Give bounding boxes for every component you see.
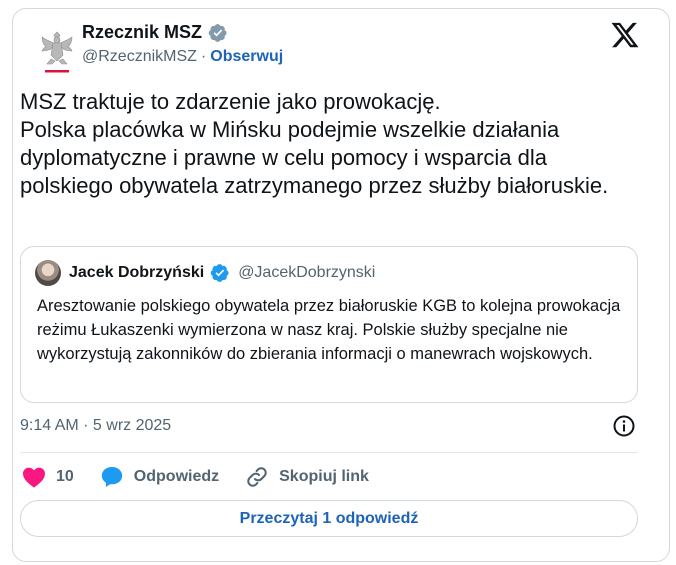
actions-divider <box>20 452 638 453</box>
copy-link-button[interactable]: Skopiuj link <box>245 465 369 489</box>
polish-eagle-emblem-icon <box>41 31 73 73</box>
likes-count: 10 <box>56 468 74 485</box>
info-icon[interactable] <box>612 414 636 438</box>
verified-badge-icon <box>208 23 227 42</box>
quote-verified-badge-icon <box>210 264 229 282</box>
author-display-name[interactable]: Rzecznik MSZ <box>82 22 202 43</box>
quote-author-avatar <box>35 260 61 286</box>
author-handle[interactable]: @RzecznikMSZ <box>82 48 197 66</box>
copy-link-label: Skopiuj link <box>279 468 369 485</box>
quote-author-name: Jacek Dobrzyński <box>69 264 205 281</box>
like-button[interactable]: 10 <box>22 466 74 488</box>
author-avatar[interactable] <box>28 22 86 80</box>
reply-label: Odpowiedz <box>133 468 220 485</box>
author-handle-row: @RzecznikMSZ · Obserwuj <box>82 48 283 66</box>
quote-author-handle: @JacekDobrzynski <box>238 264 376 281</box>
follow-button[interactable]: Obserwuj <box>210 48 283 66</box>
tweet-actions: 10 Odpowiedz Skopiuj link <box>22 464 395 490</box>
author-name-row: Rzecznik MSZ <box>82 22 228 43</box>
reply-button[interactable]: Odpowiedz <box>100 465 219 489</box>
quote-text: Aresztowanie polskiego obywatela przez b… <box>37 297 621 363</box>
quote-header: Jacek Dobrzyński @JacekDobrzynski <box>35 260 375 286</box>
tweet-timestamp[interactable]: 9:14 AM · 5 wrz 2025 <box>20 417 171 435</box>
heart-icon <box>23 467 45 488</box>
link-icon <box>247 467 267 487</box>
read-replies-button[interactable]: Przeczytaj 1 odpowiedź <box>20 500 638 537</box>
reply-bubble-icon <box>101 467 122 487</box>
handle-separator: · <box>200 48 207 65</box>
tweet-text: MSZ traktuje to zdarzenie jako prowokacj… <box>20 89 609 198</box>
quoted-tweet[interactable]: Jacek Dobrzyński @JacekDobrzynski Areszt… <box>20 246 638 403</box>
x-logo-icon[interactable] <box>610 20 640 50</box>
